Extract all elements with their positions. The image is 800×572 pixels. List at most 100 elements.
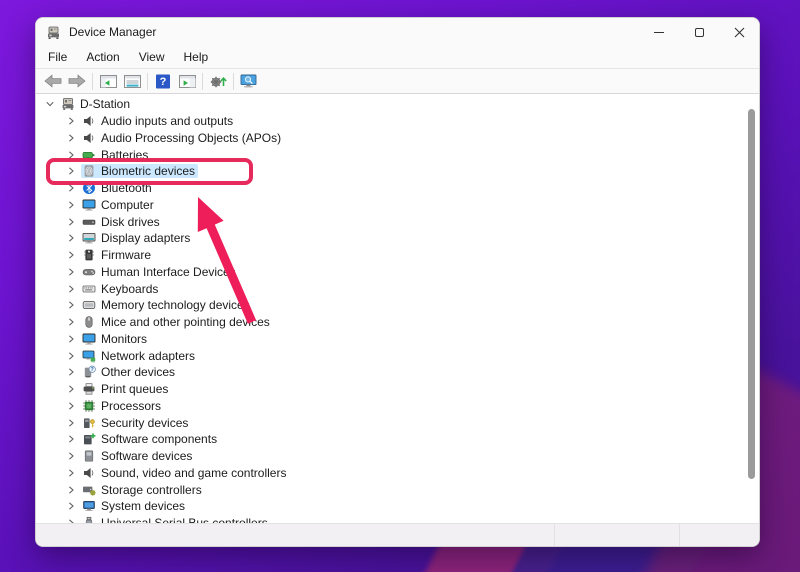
chevron-right-icon[interactable] (66, 116, 76, 126)
tree-item-label[interactable]: Bluetooth (101, 181, 152, 195)
tree-item-label[interactable]: Keyboards (101, 282, 158, 296)
chevron-right-icon[interactable] (66, 501, 76, 511)
chevron-right-icon[interactable] (66, 418, 76, 428)
tree-item-label[interactable]: Software devices (101, 449, 192, 463)
chevron-right-icon[interactable] (66, 434, 76, 444)
tree-row[interactable]: Software devices (37, 448, 758, 465)
tree-item-label[interactable]: Memory technology devices (101, 298, 250, 312)
tree-row[interactable]: Disk drives (37, 213, 758, 230)
console-tree-button[interactable] (96, 71, 120, 92)
vertical-scrollbar[interactable] (746, 94, 757, 522)
printer-icon (82, 382, 96, 396)
chevron-right-icon[interactable] (66, 485, 76, 495)
chevron-right-icon[interactable] (66, 166, 76, 176)
chevron-right-icon[interactable] (66, 267, 76, 277)
tree-row[interactable]: ?Other devices (37, 364, 758, 381)
title-bar[interactable]: Device Manager (36, 18, 759, 46)
tree-item-label[interactable]: Computer (101, 198, 154, 212)
tree-row[interactable]: Monitors (37, 331, 758, 348)
chevron-right-icon[interactable] (66, 367, 76, 377)
tree-row[interactable]: Processors (37, 398, 758, 415)
back-arrow-icon (44, 74, 62, 88)
tree-item-label[interactable]: Audio inputs and outputs (101, 114, 233, 128)
tree-item-label[interactable]: Software components (101, 432, 217, 446)
scan-hardware-button[interactable] (206, 71, 230, 92)
tree-row[interactable]: Display adapters (37, 230, 758, 247)
tree-item-label[interactable]: Display adapters (101, 231, 190, 245)
tree-row[interactable]: Print queues (37, 381, 758, 398)
tree-row[interactable]: Audio inputs and outputs (37, 113, 758, 130)
tree-item-label[interactable]: Audio Processing Objects (APOs) (101, 131, 281, 145)
chevron-right-icon[interactable] (66, 384, 76, 394)
tree-item-label[interactable]: Batteries (101, 148, 148, 162)
tree-row[interactable]: Universal Serial Bus controllers (37, 515, 758, 523)
tree-item-label[interactable]: Storage controllers (101, 483, 202, 497)
svg-text:?: ? (160, 76, 167, 88)
action-pane-button[interactable] (175, 71, 199, 92)
chevron-right-icon[interactable] (66, 233, 76, 243)
chevron-right-icon[interactable] (66, 401, 76, 411)
tree-item-label[interactable]: Human Interface Devices (101, 265, 236, 279)
tree-row[interactable]: Sound, video and game controllers (37, 465, 758, 482)
scrollbar-thumb[interactable] (748, 109, 755, 479)
tree-item-label[interactable]: Biometric devices (101, 164, 195, 178)
tree-row[interactable]: Computer (37, 197, 758, 214)
tree-row[interactable]: Security devices (37, 414, 758, 431)
tree-item-label[interactable]: Disk drives (101, 215, 160, 229)
chevron-down-icon[interactable] (45, 99, 55, 109)
computer-device-icon (61, 97, 75, 111)
tree-item-label[interactable]: Sound, video and game controllers (101, 466, 286, 480)
tree-row[interactable]: Software components (37, 431, 758, 448)
computer-search-button[interactable] (237, 71, 261, 92)
chevron-right-icon[interactable] (66, 133, 76, 143)
chevron-right-icon[interactable] (66, 300, 76, 310)
menu-help[interactable]: Help (178, 48, 215, 66)
menu-action[interactable]: Action (80, 48, 125, 66)
help-button[interactable]: ? (151, 71, 175, 92)
chevron-right-icon[interactable] (66, 150, 76, 160)
tree-row[interactable]: Mice and other pointing devices (37, 314, 758, 331)
chevron-right-icon[interactable] (66, 334, 76, 344)
maximize-button[interactable] (679, 18, 719, 46)
tree-item-label[interactable]: Security devices (101, 416, 188, 430)
chevron-right-icon[interactable] (66, 451, 76, 461)
tree-row[interactable]: Keyboards (37, 280, 758, 297)
menu-file[interactable]: File (42, 48, 73, 66)
chevron-right-icon[interactable] (66, 183, 76, 193)
tree-item-label[interactable]: Mice and other pointing devices (101, 315, 270, 329)
close-button[interactable] (719, 18, 759, 46)
menu-view[interactable]: View (133, 48, 171, 66)
forward-arrow-button[interactable] (65, 71, 89, 92)
chevron-right-icon[interactable] (66, 250, 76, 260)
tree-row[interactable]: Biometric devices (37, 163, 758, 180)
tree-row[interactable]: Memory technology devices (37, 297, 758, 314)
chevron-right-icon[interactable] (66, 200, 76, 210)
tree-row[interactable]: Bluetooth (37, 180, 758, 197)
tree-item-label[interactable]: D-Station (80, 97, 130, 111)
tree-row[interactable]: Storage controllers (37, 481, 758, 498)
chevron-right-icon[interactable] (66, 351, 76, 361)
tree-item-label[interactable]: Network adapters (101, 349, 195, 363)
tree-item-label[interactable]: Processors (101, 399, 161, 413)
tree-item-label[interactable]: Firmware (101, 248, 151, 262)
tree-row[interactable]: D-Station (37, 96, 758, 113)
tree-row[interactable]: Human Interface Devices (37, 264, 758, 281)
chevron-right-icon[interactable] (66, 468, 76, 478)
tree-item-label[interactable]: Print queues (101, 382, 168, 396)
chevron-right-icon[interactable] (66, 284, 76, 294)
properties-button[interactable] (120, 71, 144, 92)
back-arrow-button[interactable] (41, 71, 65, 92)
minimize-button[interactable] (639, 18, 679, 46)
chevron-right-icon[interactable] (66, 317, 76, 327)
tree-row[interactable]: Batteries (37, 146, 758, 163)
tree-item-label[interactable]: Other devices (101, 365, 175, 379)
tree-item-label[interactable]: Monitors (101, 332, 147, 346)
tree-row[interactable]: System devices (37, 498, 758, 515)
tree-row[interactable]: Network adapters (37, 347, 758, 364)
tree-item-label[interactable]: Universal Serial Bus controllers (101, 516, 268, 523)
battery-icon (82, 148, 96, 162)
tree-item-label[interactable]: System devices (101, 499, 185, 513)
tree-row[interactable]: Audio Processing Objects (APOs) (37, 130, 758, 147)
tree-row[interactable]: Firmware (37, 247, 758, 264)
chevron-right-icon[interactable] (66, 217, 76, 227)
